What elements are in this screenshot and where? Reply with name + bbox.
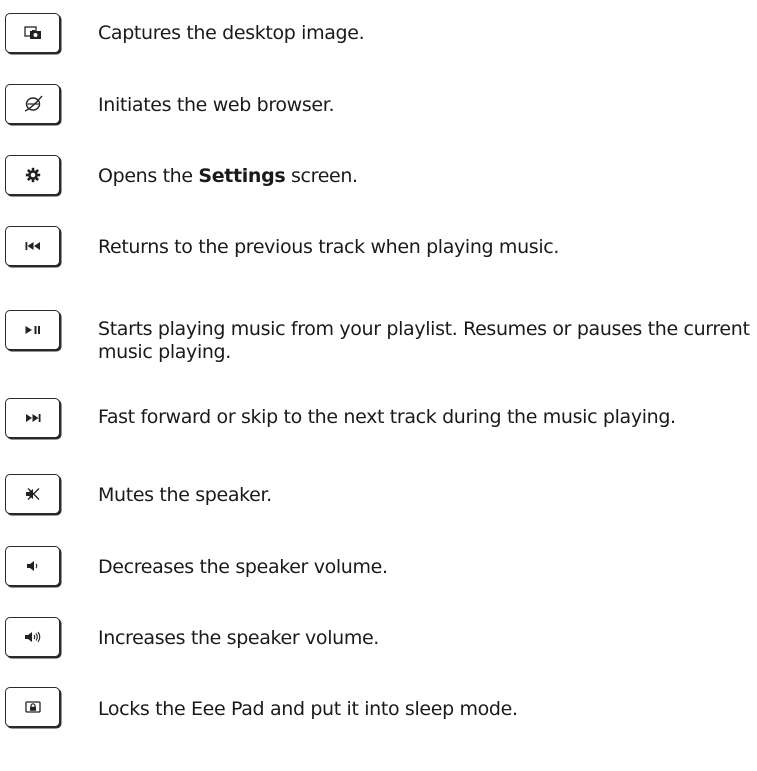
mute-key[interactable] [5,474,60,514]
key-description: Starts playing music from your playlist.… [98,318,750,363]
key-description: Increases the speaker volume. [98,627,380,649]
key-description: Locks the Eee Pad and put it into sleep … [98,698,518,720]
volume-up-icon [24,631,40,643]
key-description: Captures the desktop image. [98,22,365,44]
browser-key[interactable] [5,84,60,124]
volume-up-key[interactable] [5,617,60,657]
volume-down-icon [26,561,37,571]
mute-icon [25,488,39,500]
settings-bold-label: Settings [198,165,286,187]
settings-key[interactable] [5,155,60,195]
play-pause-key[interactable] [5,310,60,350]
key-description: Mutes the speaker. [98,484,272,506]
lock-key[interactable] [5,687,60,727]
key-description: Opens the Settings screen. [98,165,358,187]
key-description: Fast forward or skip to the next track d… [98,406,676,428]
volume-down-key[interactable] [5,546,60,586]
settings-gear-icon [25,167,40,183]
lock-sleep-icon [24,701,41,713]
next-track-key[interactable] [5,398,60,438]
previous-track-icon [25,242,40,250]
screenshot-icon [23,26,41,39]
previous-track-key[interactable] [5,226,60,266]
play-pause-icon [25,326,40,334]
screenshot-key[interactable] [5,13,60,53]
key-description: Decreases the speaker volume. [98,556,388,578]
browser-icon [24,95,43,112]
key-description: Initiates the web browser. [98,94,335,116]
next-track-icon [25,414,40,422]
key-description: Returns to the previous track when playi… [98,236,560,258]
